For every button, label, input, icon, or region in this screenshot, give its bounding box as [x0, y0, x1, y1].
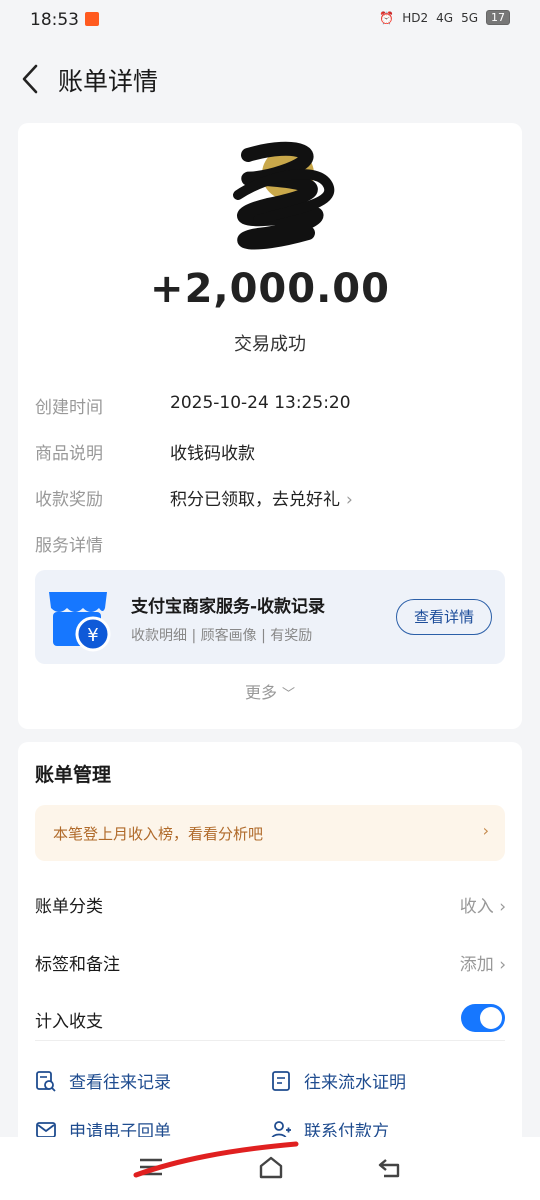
divider	[35, 1040, 505, 1041]
reward-label: 收款奖励	[35, 490, 103, 510]
back-arrow-icon[interactable]	[16, 62, 46, 96]
back-icon[interactable]	[376, 1155, 404, 1179]
transaction-status: 交易成功	[234, 334, 306, 355]
battery-icon: 17	[486, 10, 510, 25]
statement-proof-link[interactable]: 往来流水证明	[270, 1068, 406, 1093]
view-details-button[interactable]: 查看详情	[396, 599, 492, 635]
include-income-toggle[interactable]	[461, 1004, 505, 1032]
tags-notes-value[interactable]: 添加 ›	[460, 950, 506, 975]
product-desc-label: 商品说明	[35, 444, 103, 464]
page-title: 账单详情	[58, 67, 159, 96]
statement-proof-label: 往来流水证明	[304, 1073, 406, 1093]
chevron-down-icon: ﹀	[282, 687, 296, 702]
merchant-service-card[interactable]: ¥ 支付宝商家服务-收款记录 收款明细 | 顾客画像 | 有奖励 查看详情	[35, 570, 505, 664]
chevron-right-icon: ›	[482, 821, 489, 840]
reward-link[interactable]: 积分已领取，去兑好礼 ›	[170, 485, 353, 510]
include-income-label: 计入收支	[35, 1012, 103, 1032]
view-records-link[interactable]: 查看往来记录	[35, 1068, 171, 1093]
toggle-knob	[480, 1007, 502, 1029]
tags-notes-text: 添加	[459, 955, 494, 975]
home-icon[interactable]	[257, 1155, 285, 1179]
section-title: 账单管理	[35, 764, 112, 786]
status-time: 18:53	[30, 10, 79, 30]
menu-icon[interactable]	[137, 1155, 165, 1179]
shop-icon: ¥	[49, 592, 111, 652]
status-bar: 18:53 ⏰ HD2 4G 5G 17	[0, 0, 540, 42]
category-label: 账单分类	[35, 897, 103, 917]
signal-4g: 4G	[436, 10, 454, 25]
app-notification-icon	[85, 12, 99, 26]
created-time-value: 2025-10-24 13:25:20	[170, 393, 351, 413]
signal-5g: 5G	[461, 10, 478, 25]
more-button[interactable]: 更多 ﹀	[18, 679, 522, 703]
reward-value: 积分已领取，去兑好礼	[170, 490, 340, 510]
transaction-card: +2,000.00 交易成功 创建时间 2025-10-24 13:25:20 …	[18, 123, 522, 729]
svg-text:¥: ¥	[87, 625, 98, 646]
service-title: 支付宝商家服务-收款记录	[131, 597, 326, 617]
income-rank-tip[interactable]: 本笔登上月收入榜，看看分析吧 ›	[35, 805, 505, 861]
header: 账单详情	[0, 42, 540, 114]
service-subtitle: 收款明细 | 顾客画像 | 有奖励	[131, 628, 313, 644]
tip-text: 本笔登上月收入榜，看看分析吧	[53, 825, 264, 843]
hd-indicator: HD2	[402, 10, 429, 25]
alarm-icon: ⏰	[379, 10, 395, 25]
transaction-amount: +2,000.00	[150, 266, 390, 312]
created-time-label: 创建时间	[35, 398, 103, 418]
record-search-icon	[36, 1070, 56, 1092]
system-nav-bar	[0, 1137, 540, 1200]
more-label: 更多	[244, 683, 277, 702]
redaction-scribble	[233, 141, 335, 250]
tags-notes-label: 标签和备注	[35, 955, 120, 975]
view-records-label: 查看往来记录	[69, 1073, 171, 1093]
chevron-right-icon: ›	[499, 897, 506, 917]
chevron-right-icon: ›	[346, 490, 353, 510]
bill-management-card: 账单管理 本笔登上月收入榜，看看分析吧 › 账单分类 收入 › 标签和备注 添加…	[18, 742, 522, 1162]
category-text: 收入	[459, 897, 494, 917]
category-value[interactable]: 收入 ›	[460, 892, 506, 917]
chevron-right-icon: ›	[499, 955, 506, 975]
product-desc-value: 收钱码收款	[170, 444, 255, 464]
service-details-label: 服务详情	[35, 536, 103, 556]
status-indicators: ⏰ HD2 4G 5G 17	[379, 10, 510, 25]
document-icon	[272, 1070, 290, 1091]
